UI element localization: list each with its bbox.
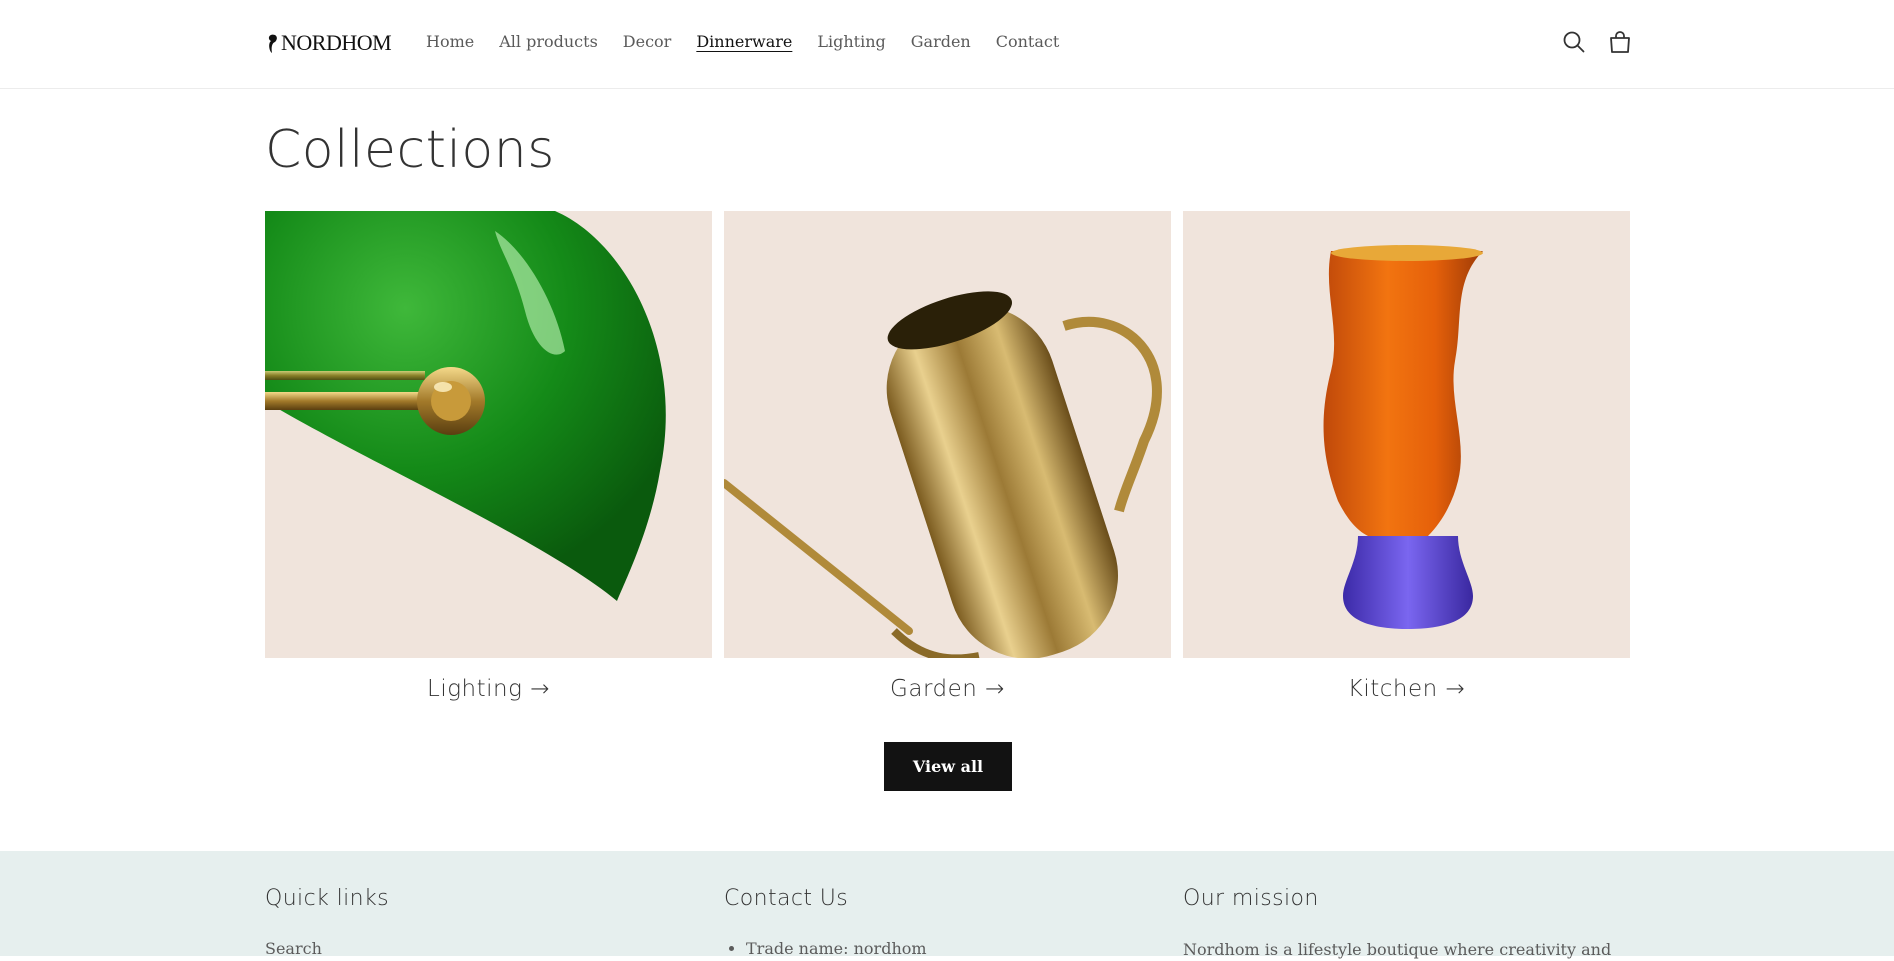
collection-title-garden[interactable]: Garden → [724, 676, 1171, 702]
view-all-button[interactable]: View all [884, 742, 1012, 791]
collection-title-lighting[interactable]: Lighting → [265, 676, 712, 702]
cart-button[interactable] [1606, 28, 1634, 56]
collection-list: Lighting → Garden → Kitchen → [265, 211, 1630, 702]
collection-image-lighting [265, 211, 712, 658]
collection-card-lighting[interactable]: Lighting → [265, 211, 712, 702]
watering-can-image [724, 291, 1162, 658]
logo-mark-icon [268, 34, 277, 53]
collection-card-kitchen[interactable]: Kitchen → [1183, 211, 1630, 702]
nav-garden[interactable]: Garden [911, 32, 971, 51]
collection-title-kitchen[interactable]: Kitchen → [1183, 676, 1630, 702]
lamp-image [265, 211, 666, 601]
nav-home[interactable]: Home [426, 32, 474, 51]
logo[interactable]: Nordhom [265, 28, 392, 58]
search-icon [1563, 31, 1585, 53]
site-header: Nordhom Home All products Decor Dinnerwa… [0, 0, 1894, 89]
nav-lighting[interactable]: Lighting [817, 32, 885, 51]
nav-contact[interactable]: Contact [996, 32, 1060, 51]
footer-quick-links-heading: Quick links [265, 886, 389, 911]
nav-dinnerware[interactable]: Dinnerware [696, 32, 792, 51]
footer-link-search[interactable]: Search [265, 939, 705, 958]
page-title: Collections [265, 120, 555, 180]
footer-contact-heading: Contact Us [724, 886, 849, 911]
footer-contact: Contact Us Trade name: nordhom [724, 886, 1164, 958]
site-footer: Quick links Search Contact Us Trade name… [0, 851, 1894, 959]
footer-mission-heading: Our mission [1183, 886, 1319, 911]
footer-mission-text: Nordhom is a lifestyle boutique where cr… [1183, 940, 1612, 959]
footer-contact-list: Trade name: nordhom [724, 939, 1164, 958]
nav-decor[interactable]: Decor [623, 32, 672, 51]
collection-image-garden [724, 211, 1171, 658]
nav-all-products[interactable]: All products [499, 32, 598, 51]
collection-card-garden[interactable]: Garden → [724, 211, 1171, 702]
main-nav: Home All products Decor Dinnerware Light… [426, 32, 1059, 51]
search-button[interactable] [1560, 28, 1588, 56]
collection-image-kitchen [1183, 211, 1630, 658]
logo-text: Nordhom [281, 30, 392, 55]
footer-quick-links: Quick links Search [265, 886, 705, 958]
glass-image [1323, 245, 1483, 629]
cart-icon [1610, 31, 1630, 53]
footer-mission: Our mission Nordhom is a lifestyle bouti… [1183, 886, 1623, 961]
footer-contact-item: Trade name: nordhom [746, 939, 1164, 958]
